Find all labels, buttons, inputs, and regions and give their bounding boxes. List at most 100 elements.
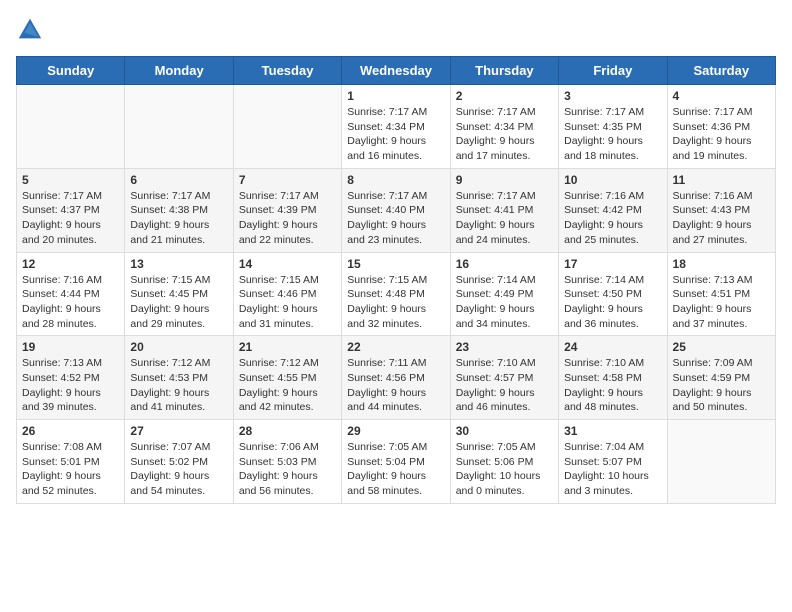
day-info: Sunrise: 7:15 AM Sunset: 4:45 PM Dayligh… (130, 273, 227, 332)
calendar-cell: 10 Sunrise: 7:16 AM Sunset: 4:42 PM Dayli… (559, 168, 667, 252)
calendar-cell: 2Sunrise: 7:17 AM Sunset: 4:34 PM Daylig… (450, 85, 558, 169)
day-info: Sunrise: 7:12 AM Sunset: 4:55 PM Dayligh… (239, 356, 336, 415)
day-number: 19 (22, 340, 119, 354)
day-info: Sunrise: 7:04 AM Sunset: 5:07 PM Dayligh… (564, 440, 661, 499)
calendar-cell: 24 Sunrise: 7:10 AM Sunset: 4:58 PM Dayli… (559, 336, 667, 420)
calendar-cell: 18Sunrise: 7:13 AM Sunset: 4:51 PM Dayli… (667, 252, 775, 336)
day-number: 14 (239, 257, 336, 271)
day-number: 5 (22, 173, 119, 187)
day-info: Sunrise: 7:17 AM Sunset: 4:35 PM Dayligh… (564, 105, 661, 164)
day-info: Sunrise: 7:17 AM Sunset: 4:34 PM Dayligh… (347, 105, 444, 164)
calendar-cell: 4 Sunrise: 7:17 AM Sunset: 4:36 PM Daylig… (667, 85, 775, 169)
day-number: 8 (347, 173, 444, 187)
day-number: 1 (347, 89, 444, 103)
day-info: Sunrise: 7:14 AM Sunset: 4:50 PM Dayligh… (564, 273, 661, 332)
calendar-cell: 28Sunrise: 7:06 AM Sunset: 5:03 PM Dayli… (233, 420, 341, 504)
calendar-cell: 31 Sunrise: 7:04 AM Sunset: 5:07 PM Dayli… (559, 420, 667, 504)
day-info: Sunrise: 7:17 AM Sunset: 4:39 PM Dayligh… (239, 189, 336, 248)
calendar-cell: 21 Sunrise: 7:12 AM Sunset: 4:55 PM Dayli… (233, 336, 341, 420)
day-number: 9 (456, 173, 553, 187)
weekday-header-thursday: Thursday (450, 57, 558, 85)
day-number: 20 (130, 340, 227, 354)
calendar-cell: 13 Sunrise: 7:15 AM Sunset: 4:45 PM Dayli… (125, 252, 233, 336)
calendar-cell: 11 Sunrise: 7:16 AM Sunset: 4:43 PM Dayli… (667, 168, 775, 252)
day-info: Sunrise: 7:05 AM Sunset: 5:06 PM Dayligh… (456, 440, 553, 499)
weekday-header-friday: Friday (559, 57, 667, 85)
logo (16, 16, 48, 44)
day-info: Sunrise: 7:16 AM Sunset: 4:44 PM Dayligh… (22, 273, 119, 332)
day-info: Sunrise: 7:14 AM Sunset: 4:49 PM Dayligh… (456, 273, 553, 332)
day-number: 11 (673, 173, 770, 187)
calendar-week-row: 26 Sunrise: 7:08 AM Sunset: 5:01 PM Dayli… (17, 420, 776, 504)
calendar-cell: 20Sunrise: 7:12 AM Sunset: 4:53 PM Dayli… (125, 336, 233, 420)
day-info: Sunrise: 7:15 AM Sunset: 4:46 PM Dayligh… (239, 273, 336, 332)
weekday-header-monday: Monday (125, 57, 233, 85)
day-info: Sunrise: 7:11 AM Sunset: 4:56 PM Dayligh… (347, 356, 444, 415)
calendar-cell: 23Sunrise: 7:10 AM Sunset: 4:57 PM Dayli… (450, 336, 558, 420)
day-info: Sunrise: 7:13 AM Sunset: 4:52 PM Dayligh… (22, 356, 119, 415)
calendar-cell: 17 Sunrise: 7:14 AM Sunset: 4:50 PM Dayli… (559, 252, 667, 336)
day-number: 12 (22, 257, 119, 271)
calendar-cell: 1 Sunrise: 7:17 AM Sunset: 4:34 PM Daylig… (342, 85, 450, 169)
day-info: Sunrise: 7:10 AM Sunset: 4:58 PM Dayligh… (564, 356, 661, 415)
day-number: 16 (456, 257, 553, 271)
day-number: 21 (239, 340, 336, 354)
day-number: 26 (22, 424, 119, 438)
calendar-cell (17, 85, 125, 169)
calendar-cell: 14 Sunrise: 7:15 AM Sunset: 4:46 PM Dayli… (233, 252, 341, 336)
day-info: Sunrise: 7:17 AM Sunset: 4:36 PM Dayligh… (673, 105, 770, 164)
day-number: 4 (673, 89, 770, 103)
day-info: Sunrise: 7:10 AM Sunset: 4:57 PM Dayligh… (456, 356, 553, 415)
calendar-cell: 26 Sunrise: 7:08 AM Sunset: 5:01 PM Dayli… (17, 420, 125, 504)
calendar-cell: 30 Sunrise: 7:05 AM Sunset: 5:06 PM Dayli… (450, 420, 558, 504)
day-number: 6 (130, 173, 227, 187)
calendar-cell: 27 Sunrise: 7:07 AM Sunset: 5:02 PM Dayli… (125, 420, 233, 504)
day-info: Sunrise: 7:06 AM Sunset: 5:03 PM Dayligh… (239, 440, 336, 499)
calendar-cell (667, 420, 775, 504)
calendar-cell: 7 Sunrise: 7:17 AM Sunset: 4:39 PM Daylig… (233, 168, 341, 252)
weekday-header-saturday: Saturday (667, 57, 775, 85)
day-number: 13 (130, 257, 227, 271)
calendar-cell: 22Sunrise: 7:11 AM Sunset: 4:56 PM Dayli… (342, 336, 450, 420)
weekday-header-wednesday: Wednesday (342, 57, 450, 85)
day-info: Sunrise: 7:17 AM Sunset: 4:41 PM Dayligh… (456, 189, 553, 248)
day-info: Sunrise: 7:15 AM Sunset: 4:48 PM Dayligh… (347, 273, 444, 332)
calendar-cell: 25Sunrise: 7:09 AM Sunset: 4:59 PM Dayli… (667, 336, 775, 420)
calendar-cell: 3Sunrise: 7:17 AM Sunset: 4:35 PM Daylig… (559, 85, 667, 169)
day-number: 17 (564, 257, 661, 271)
day-number: 31 (564, 424, 661, 438)
calendar-cell (233, 85, 341, 169)
calendar-table: SundayMondayTuesdayWednesdayThursdayFrid… (16, 56, 776, 504)
calendar-cell: 8Sunrise: 7:17 AM Sunset: 4:40 PM Daylig… (342, 168, 450, 252)
calendar-week-row: 19 Sunrise: 7:13 AM Sunset: 4:52 PM Dayli… (17, 336, 776, 420)
day-number: 24 (564, 340, 661, 354)
day-number: 10 (564, 173, 661, 187)
day-info: Sunrise: 7:17 AM Sunset: 4:34 PM Dayligh… (456, 105, 553, 164)
calendar-cell: 12 Sunrise: 7:16 AM Sunset: 4:44 PM Dayli… (17, 252, 125, 336)
calendar-cell (125, 85, 233, 169)
calendar-cell: 19 Sunrise: 7:13 AM Sunset: 4:52 PM Dayli… (17, 336, 125, 420)
page-header (16, 16, 776, 44)
day-info: Sunrise: 7:16 AM Sunset: 4:42 PM Dayligh… (564, 189, 661, 248)
day-number: 27 (130, 424, 227, 438)
day-number: 15 (347, 257, 444, 271)
day-number: 7 (239, 173, 336, 187)
calendar-week-row: 12 Sunrise: 7:16 AM Sunset: 4:44 PM Dayli… (17, 252, 776, 336)
weekday-header-row: SundayMondayTuesdayWednesdayThursdayFrid… (17, 57, 776, 85)
calendar-cell: 29Sunrise: 7:05 AM Sunset: 5:04 PM Dayli… (342, 420, 450, 504)
day-info: Sunrise: 7:17 AM Sunset: 4:38 PM Dayligh… (130, 189, 227, 248)
calendar-cell: 9 Sunrise: 7:17 AM Sunset: 4:41 PM Daylig… (450, 168, 558, 252)
day-info: Sunrise: 7:13 AM Sunset: 4:51 PM Dayligh… (673, 273, 770, 332)
weekday-header-tuesday: Tuesday (233, 57, 341, 85)
calendar-cell: 16 Sunrise: 7:14 AM Sunset: 4:49 PM Dayli… (450, 252, 558, 336)
day-info: Sunrise: 7:08 AM Sunset: 5:01 PM Dayligh… (22, 440, 119, 499)
day-info: Sunrise: 7:05 AM Sunset: 5:04 PM Dayligh… (347, 440, 444, 499)
day-info: Sunrise: 7:07 AM Sunset: 5:02 PM Dayligh… (130, 440, 227, 499)
day-info: Sunrise: 7:16 AM Sunset: 4:43 PM Dayligh… (673, 189, 770, 248)
day-info: Sunrise: 7:09 AM Sunset: 4:59 PM Dayligh… (673, 356, 770, 415)
calendar-cell: 15 Sunrise: 7:15 AM Sunset: 4:48 PM Dayli… (342, 252, 450, 336)
day-info: Sunrise: 7:17 AM Sunset: 4:37 PM Dayligh… (22, 189, 119, 248)
calendar-week-row: 1 Sunrise: 7:17 AM Sunset: 4:34 PM Daylig… (17, 85, 776, 169)
calendar-cell: 5 Sunrise: 7:17 AM Sunset: 4:37 PM Daylig… (17, 168, 125, 252)
day-number: 30 (456, 424, 553, 438)
